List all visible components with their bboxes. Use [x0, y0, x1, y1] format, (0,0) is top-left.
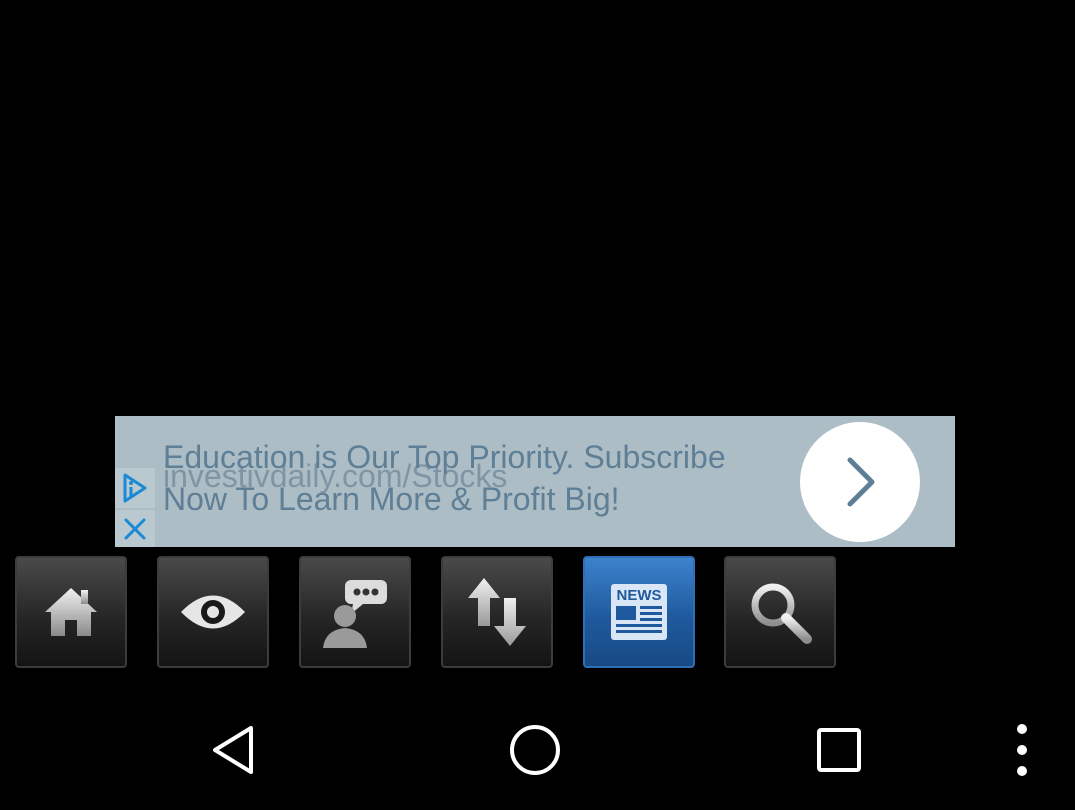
nav-home-button[interactable]: [500, 715, 570, 785]
search-button[interactable]: [724, 556, 836, 668]
chevron-right-icon: [847, 457, 875, 507]
ad-controls: [115, 468, 155, 547]
adchoices-icon[interactable]: [115, 468, 155, 508]
home-button[interactable]: [15, 556, 127, 668]
home-icon: [45, 588, 97, 636]
search-icon: [751, 583, 812, 644]
news-button[interactable]: NEWS: [583, 556, 695, 668]
nav-overflow-button[interactable]: [987, 715, 1057, 785]
ad-headline: Education is Our Top Priority. Subscribe…: [163, 439, 726, 517]
eye-icon: [181, 595, 245, 629]
news-label: NEWS: [617, 587, 662, 604]
home-circle-icon: [510, 725, 560, 775]
nav-back-button[interactable]: [198, 715, 268, 785]
sort-arrows-icon: [468, 578, 526, 646]
screen: investivdaily.com/Stocks Education is Ou…: [0, 0, 1075, 810]
app-toolbar: NEWS: [0, 556, 1075, 668]
recents-icon: [817, 728, 861, 772]
nav-recents-button[interactable]: [804, 715, 874, 785]
system-nav-bar: [0, 690, 1075, 810]
overflow-menu-icon: [1017, 724, 1027, 776]
back-icon: [213, 726, 253, 774]
ad-close-icon[interactable]: [115, 510, 155, 547]
ad-banner[interactable]: investivdaily.com/Stocks Education is Ou…: [115, 416, 955, 547]
chat-button[interactable]: [299, 556, 411, 668]
sort-button[interactable]: [441, 556, 553, 668]
newspaper-icon: NEWS: [611, 584, 667, 640]
ad-go-button[interactable]: [800, 422, 920, 542]
chat-person-icon: [323, 580, 387, 648]
watch-button[interactable]: [157, 556, 269, 668]
